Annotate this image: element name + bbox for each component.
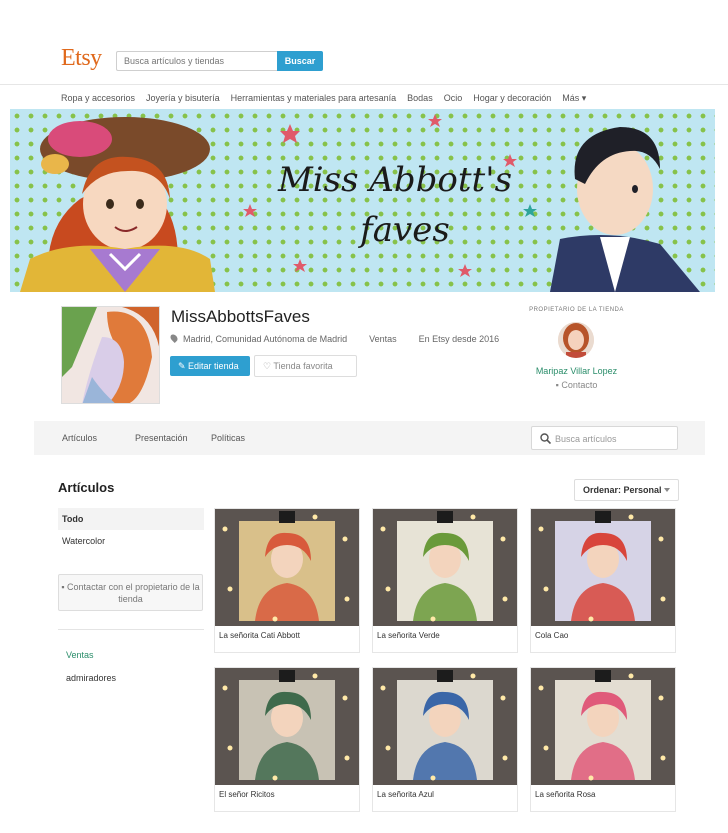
shop-sales-link[interactable]: Ventas [369, 334, 397, 344]
artwork-thumb [215, 509, 359, 626]
chevron-down-icon [664, 488, 670, 492]
site-search: Buscar [116, 51, 323, 71]
contact-owner-button[interactable]: ▪ Contactar con el propietario de la tie… [58, 574, 203, 611]
listing-card[interactable]: La señorita Cati Abbott [214, 508, 360, 653]
edit-shop-button[interactable]: ✎ Editar tienda [170, 356, 250, 376]
etsy-logo[interactable]: Etsy [61, 45, 102, 72]
search-icon [540, 433, 551, 444]
tab-articulos[interactable]: Artículos [62, 433, 97, 443]
sidebar-sales-link[interactable]: Ventas [66, 650, 94, 660]
shop-meta: Madrid, Comunidad Autónoma de Madrid Ven… [169, 333, 521, 344]
artwork-thumb [531, 668, 675, 785]
site-header: Etsy Buscar [0, 0, 728, 84]
sidebar-fans-link[interactable]: admiradores [66, 673, 116, 683]
tab-politicas[interactable]: Políticas [211, 433, 245, 443]
search-button[interactable]: Buscar [277, 51, 323, 71]
pencil-icon: ✎ [178, 361, 189, 371]
banner-title-line2: faves [360, 210, 450, 250]
banner-title-line1: Miss Abbott's [277, 160, 513, 200]
listing-image[interactable] [531, 509, 675, 626]
sidebar-item-watercolor[interactable]: Watercolor [58, 530, 204, 552]
heart-icon: ♡ [263, 361, 274, 371]
sidebar-divider [58, 629, 204, 630]
category-nav: Ropa y accesorios Joyería y bisutería He… [0, 84, 728, 109]
shop-location: Madrid, Comunidad Autónoma de Madrid [169, 333, 347, 344]
owner-contact-link[interactable]: ▪ Contacto [520, 380, 633, 390]
category-item[interactable]: Ropa y accesorios [61, 93, 135, 104]
tab-presentacion[interactable]: Presentación [135, 433, 188, 443]
owner-name[interactable]: Maripaz Villar Lopez [520, 366, 633, 376]
section-sidebar: Todo Watercolor [58, 508, 204, 552]
listing-image[interactable] [531, 668, 675, 785]
listing-title[interactable]: La señorita Verde [377, 631, 440, 640]
shop-banner: Miss Abbott's faves [10, 109, 715, 292]
listing-title[interactable]: La señorita Azul [377, 790, 434, 799]
listing-card[interactable]: Cola Cao [530, 508, 676, 653]
search-input[interactable] [116, 51, 277, 71]
owner-avatar[interactable] [558, 322, 594, 358]
listing-image[interactable] [373, 668, 517, 785]
listing-card[interactable]: La señorita Verde [372, 508, 518, 653]
artwork-thumb [373, 668, 517, 785]
shop-search-input[interactable]: Busca artículos [531, 426, 678, 450]
listing-title[interactable]: El señor Ricitos [219, 790, 275, 799]
owner-avatar-image [558, 322, 594, 358]
favorite-shop-button[interactable]: ♡ Tienda favorita [254, 355, 357, 377]
owner-label: PROPIETARIO DE LA TIENDA [529, 307, 624, 313]
category-item[interactable]: Hogar y decoración [473, 93, 551, 104]
shop-name: MissAbbottsFaves [171, 307, 310, 326]
shop-since: En Etsy desde 2016 [418, 334, 500, 344]
sort-dropdown[interactable]: Ordenar: Personal [574, 479, 679, 501]
listing-title[interactable]: La señorita Cati Abbott [219, 631, 300, 640]
shop-avatar-image [62, 307, 159, 403]
category-item[interactable]: Ocio [444, 93, 463, 104]
category-more[interactable]: Más ▾ [562, 93, 586, 104]
shop-search-placeholder: Busca artículos [555, 434, 617, 444]
location-pin-icon [169, 333, 179, 343]
listing-image[interactable] [215, 509, 359, 626]
listing-title[interactable]: Cola Cao [535, 631, 568, 640]
category-item[interactable]: Herramientas y materiales para artesanía [231, 93, 397, 104]
listing-card[interactable]: El señor Ricitos [214, 667, 360, 812]
artwork-thumb [215, 668, 359, 785]
artwork-thumb [373, 509, 517, 626]
listing-image[interactable] [373, 509, 517, 626]
sidebar-item-todo[interactable]: Todo [58, 508, 204, 530]
banner-title: Miss Abbott's faves [250, 155, 540, 255]
section-title: Artículos [58, 480, 115, 495]
category-item[interactable]: Joyería y bisutería [146, 93, 220, 104]
listing-card[interactable]: La señorita Azul [372, 667, 518, 812]
shop-avatar[interactable] [61, 306, 160, 404]
shop-tabs: Artículos Presentación Políticas Busca a… [34, 421, 705, 455]
category-item[interactable]: Bodas [407, 93, 433, 104]
listing-card[interactable]: La señorita Rosa [530, 667, 676, 812]
listing-image[interactable] [215, 668, 359, 785]
listing-title[interactable]: La señorita Rosa [535, 790, 595, 799]
artwork-thumb [531, 509, 675, 626]
